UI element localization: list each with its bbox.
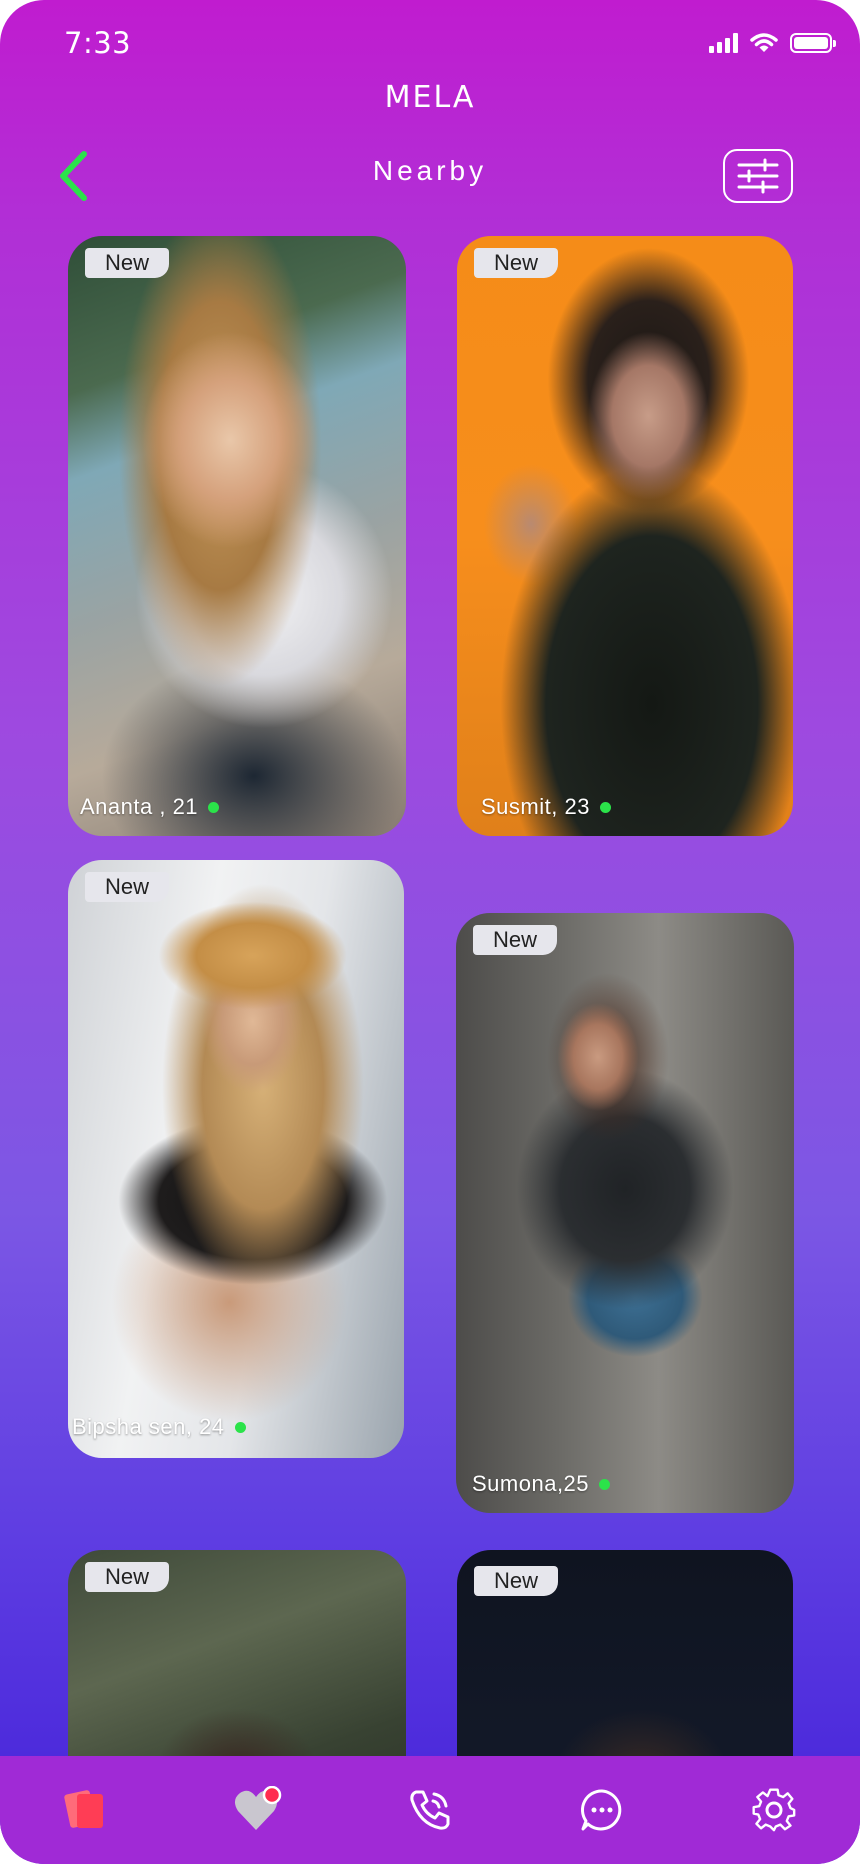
heart-icon	[234, 1786, 282, 1830]
phone-icon	[410, 1790, 450, 1830]
app-screen: 7:33 MELA Nearby New Ananta , 21 New Sus…	[0, 0, 860, 1864]
app-logo: MELA	[384, 80, 476, 115]
chat-icon	[581, 1789, 622, 1831]
online-status-dot	[208, 801, 220, 813]
profile-card[interactable]: New Sumona,25	[456, 913, 794, 1513]
nav-likes[interactable]	[228, 1780, 288, 1840]
profile-name-text: Susmit, 23	[481, 794, 590, 819]
profile-name-text: Sumona,25	[472, 1471, 590, 1496]
profile-name: Bipsha sen, 24	[72, 1414, 246, 1440]
online-status-dot	[599, 801, 611, 813]
online-status-dot	[234, 1421, 246, 1433]
signal-icon	[709, 33, 738, 53]
gear-icon	[752, 1788, 796, 1832]
profile-card[interactable]: New Bipsha sen, 24	[68, 860, 404, 1458]
profile-name: Sumona,25	[472, 1471, 611, 1497]
nav-chat[interactable]	[572, 1780, 632, 1840]
nav-calls[interactable]	[400, 1780, 460, 1840]
online-status-dot	[599, 1478, 611, 1490]
new-badge: New	[85, 1562, 170, 1592]
nav-cards[interactable]	[56, 1780, 116, 1840]
profile-name-text: Ananta , 21	[80, 794, 199, 819]
status-icons	[709, 32, 836, 54]
bottom-nav	[0, 1756, 860, 1864]
profile-name: Susmit, 23	[481, 794, 611, 820]
profile-card[interactable]: New Susmit, 23	[457, 236, 793, 836]
status-time: 7:33	[64, 26, 132, 60]
cards-icon	[64, 1790, 103, 1828]
wifi-icon	[750, 33, 778, 52]
profile-name-text: Bipsha sen, 24	[72, 1414, 225, 1439]
sliders-icon	[737, 158, 779, 194]
profile-photo	[456, 913, 794, 1513]
profile-name: Ananta , 21	[80, 794, 220, 820]
nav-settings[interactable]	[744, 1780, 804, 1840]
new-badge: New	[85, 248, 170, 278]
profile-photo	[68, 236, 406, 836]
profile-card[interactable]: New Ananta , 21	[68, 236, 406, 836]
new-badge: New	[85, 872, 170, 902]
filter-button[interactable]	[723, 149, 793, 203]
new-badge: New	[473, 925, 558, 955]
profile-photo	[68, 860, 404, 1458]
new-badge: New	[474, 1566, 559, 1596]
battery-icon	[790, 33, 836, 53]
profile-photo	[457, 236, 793, 836]
new-badge: New	[474, 248, 559, 278]
